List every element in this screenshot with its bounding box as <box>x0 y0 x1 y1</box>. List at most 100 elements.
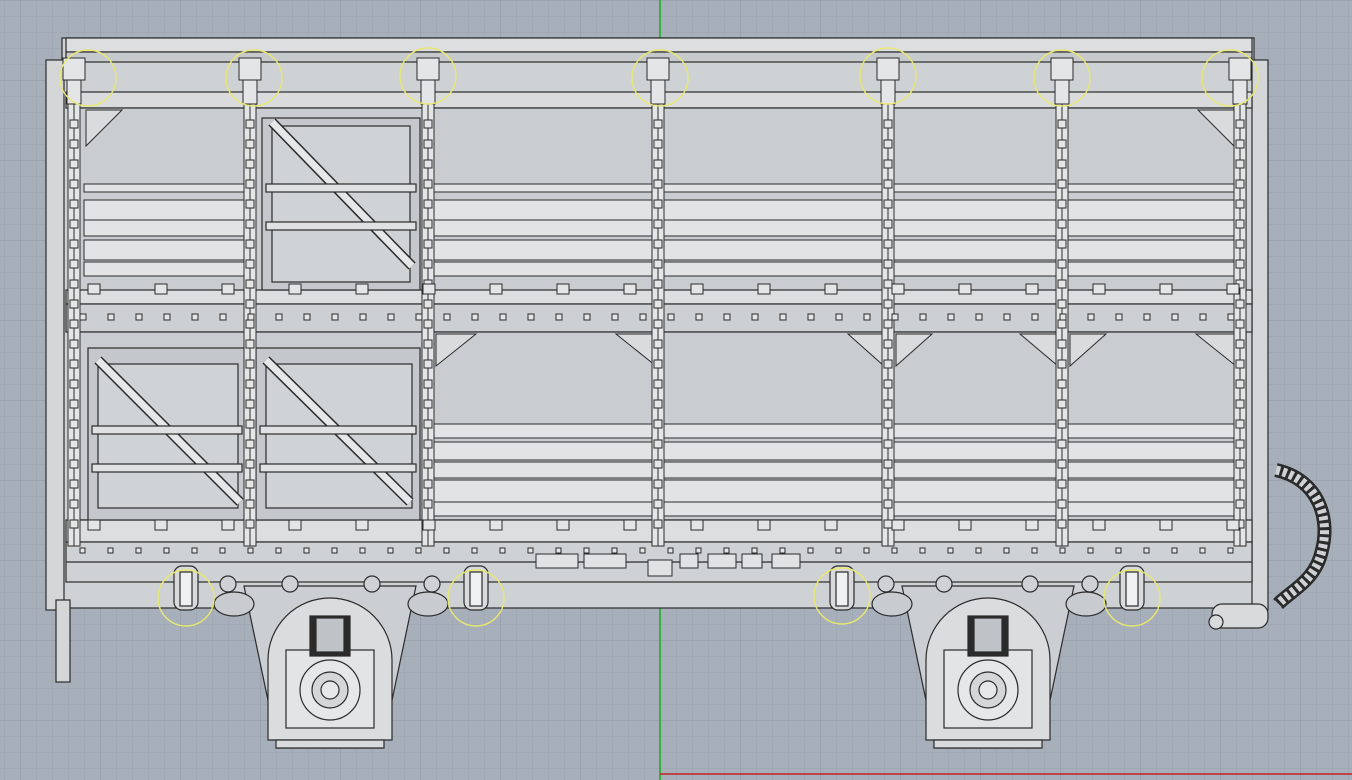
stanchion-bolt <box>423 419 433 429</box>
rivet <box>135 547 142 554</box>
lower-door-left[interactable] <box>87 347 247 521</box>
rivet <box>667 547 674 554</box>
bogie-left[interactable] <box>243 585 417 749</box>
spring-hanger <box>1081 575 1099 593</box>
stanchion-bolt <box>1057 299 1067 309</box>
floor-lug <box>623 519 637 531</box>
spring-hanger <box>219 575 237 593</box>
stanchion-bolt <box>1057 359 1067 369</box>
rivet <box>331 313 339 321</box>
lower-slat <box>429 501 1241 517</box>
spring-hanger <box>877 575 895 593</box>
rivet <box>191 313 199 321</box>
rivet <box>975 313 983 321</box>
rivet <box>1171 547 1178 554</box>
rivet <box>1115 547 1122 554</box>
rivet <box>191 547 198 554</box>
rivet <box>751 313 759 321</box>
floor-lug <box>1159 519 1173 531</box>
upper-left-slat <box>83 183 255 193</box>
stanchion-bolt <box>423 199 433 209</box>
rivet <box>891 313 899 321</box>
lower-door-right[interactable] <box>255 347 421 521</box>
stanchion-bolt <box>883 459 893 469</box>
rivet <box>275 547 282 554</box>
stanchion-bolt <box>653 239 663 249</box>
stanchion-bolt <box>653 359 663 369</box>
stanchion-bolt <box>653 159 663 169</box>
roof-bracket-post <box>242 79 258 105</box>
stanchion-bolt <box>245 179 255 189</box>
rivet <box>303 547 310 554</box>
stanchion-bolt <box>653 499 663 509</box>
cad-drawing-canvas[interactable] <box>0 0 1352 780</box>
stanchion-bolt <box>1057 379 1067 389</box>
stanchion-bolt <box>69 519 79 529</box>
rivet <box>163 547 170 554</box>
upper-left-slat <box>83 239 255 261</box>
floor-lug <box>221 519 235 531</box>
roof-bracket <box>238 57 262 81</box>
rivet <box>1199 313 1207 321</box>
upper-door[interactable] <box>261 117 421 291</box>
stanchion-bolt <box>245 319 255 329</box>
rivet <box>359 547 366 554</box>
stanchion-bolt <box>423 399 433 409</box>
stanchion-bolt <box>245 499 255 509</box>
rivet <box>107 313 115 321</box>
stanchion-bolt <box>245 519 255 529</box>
roof-bracket-post <box>1054 79 1070 105</box>
roof-bracket-post <box>1232 79 1248 105</box>
rivet <box>415 313 423 321</box>
stanchion-bolt <box>1057 499 1067 509</box>
cad-viewport[interactable] <box>0 0 1352 780</box>
bogie-right[interactable] <box>901 585 1075 749</box>
stanchion-bolt <box>883 339 893 349</box>
stanchion-bolt <box>883 119 893 129</box>
stanchion-bolt <box>883 499 893 509</box>
rivet <box>863 313 871 321</box>
stanchion-bolt <box>423 179 433 189</box>
stanchion-bolt <box>423 479 433 489</box>
stanchion-bolt <box>69 279 79 289</box>
leaf-spring-end <box>871 591 913 617</box>
stanchion-bolt <box>69 179 79 189</box>
floor-lug <box>757 519 771 531</box>
stanchion-bolt <box>69 259 79 269</box>
rivet <box>303 313 311 321</box>
stanchion-bolt <box>69 499 79 509</box>
floor-lug <box>556 519 570 531</box>
rivet <box>1003 547 1010 554</box>
floor-lug <box>1159 283 1173 295</box>
spring-hanger <box>1021 575 1039 593</box>
roof-bracket-post <box>880 79 896 105</box>
stanchion-bolt <box>1057 139 1067 149</box>
stanchion-bolt <box>423 319 433 329</box>
rivet <box>555 313 563 321</box>
rivet <box>919 547 926 554</box>
stanchion-bolt <box>245 379 255 389</box>
rivet <box>471 313 479 321</box>
stanchion-bolt <box>883 199 893 209</box>
floor-lug <box>422 519 436 531</box>
stanchion-bolt <box>1235 459 1245 469</box>
stanchion-bolt <box>245 479 255 489</box>
spring-hanger <box>281 575 299 593</box>
rivet <box>1003 313 1011 321</box>
left-step-bar <box>55 599 71 683</box>
stanchion-bolt <box>245 239 255 249</box>
lower-slat <box>429 461 1241 479</box>
stanchion-bolt <box>1235 139 1245 149</box>
rivet <box>695 313 703 321</box>
stanchion-bolt <box>69 119 79 129</box>
leaf-spring-end <box>1065 591 1107 617</box>
roof-bracket-post <box>66 79 82 105</box>
right-end-post <box>1251 59 1269 611</box>
stanchion-bolt <box>69 239 79 249</box>
floor-lug <box>556 283 570 295</box>
lower-slat <box>429 423 1241 439</box>
rivet <box>163 313 171 321</box>
stanchion-bolt <box>1235 359 1245 369</box>
stanchion-bolt <box>1057 179 1067 189</box>
stanchion-bolt <box>1235 499 1245 509</box>
